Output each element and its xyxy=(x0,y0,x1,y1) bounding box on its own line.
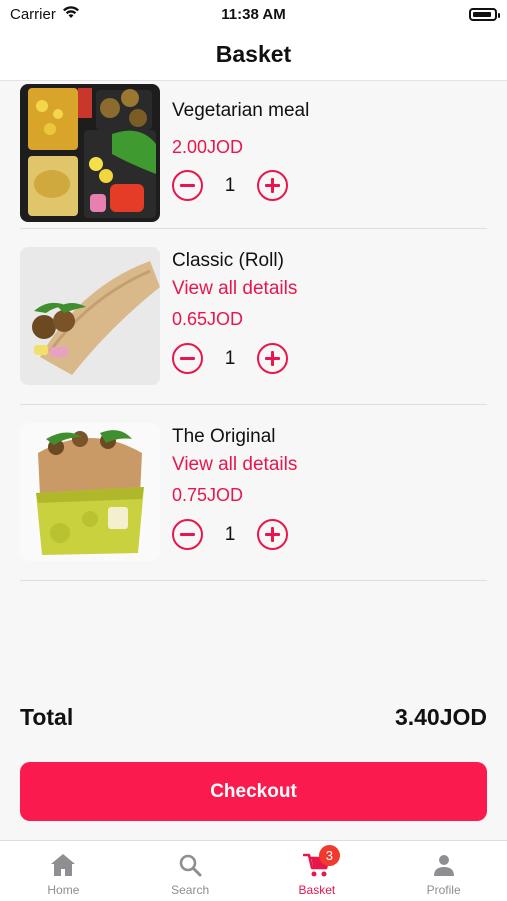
tab-label: Basket xyxy=(298,883,336,897)
item-price: 0.75JOD xyxy=(172,485,244,505)
basket-item[interactable]: Classic (Roll) View all details 0.65JOD … xyxy=(20,229,487,405)
item-info: Classic (Roll) View all details 0.65JOD … xyxy=(172,250,297,374)
tab-label: Home xyxy=(47,883,80,897)
quantity-stepper: 1 xyxy=(172,170,309,201)
increase-button[interactable] xyxy=(257,170,288,201)
cart-icon: 3 xyxy=(302,845,340,879)
person-icon xyxy=(432,851,456,879)
item-name: Classic (Roll) xyxy=(172,250,284,271)
tab-label: Profile xyxy=(426,883,461,897)
minus-icon xyxy=(180,533,195,536)
basket-item[interactable]: Vegetarian meal 2.00JOD 1 xyxy=(20,80,487,229)
total-label: Total xyxy=(20,704,74,730)
checkout-button[interactable]: Checkout xyxy=(20,762,487,821)
carrier-label: Carrier xyxy=(10,5,56,23)
decrease-button[interactable] xyxy=(172,519,203,550)
battery-icon xyxy=(469,7,500,21)
item-name: Vegetarian meal xyxy=(172,100,310,121)
total-row: Total 3.40JOD xyxy=(20,704,487,731)
status-left: Carrier xyxy=(10,5,80,23)
increase-button[interactable] xyxy=(257,519,288,550)
minus-icon xyxy=(180,357,195,360)
increase-button[interactable] xyxy=(257,343,288,374)
home-icon xyxy=(50,851,76,879)
quantity-stepper: 1 xyxy=(172,519,297,550)
tab-basket[interactable]: 3 Basket xyxy=(254,841,381,901)
cart-badge: 3 xyxy=(318,845,340,866)
item-name: The Original xyxy=(172,426,276,447)
tab-label: Search xyxy=(171,883,210,897)
item-info: The Original View all details 0.75JOD 1 xyxy=(172,426,297,550)
basket-list: Vegetarian meal 2.00JOD 1 Classic (Roll)… xyxy=(20,80,487,581)
view-details-link[interactable]: View all details xyxy=(172,454,297,476)
total-value: 3.40JOD xyxy=(394,704,487,730)
nav-bar: Basket xyxy=(0,28,507,81)
tab-bar: Home Search 3 Basket Profile xyxy=(0,840,507,901)
quantity-value: 1 xyxy=(224,347,236,369)
decrease-button[interactable] xyxy=(172,170,203,201)
decrease-button[interactable] xyxy=(172,343,203,374)
tab-home[interactable]: Home xyxy=(0,841,127,901)
item-image xyxy=(20,247,160,385)
search-icon xyxy=(178,851,202,879)
wifi-icon xyxy=(62,5,80,23)
minus-icon xyxy=(180,184,195,187)
quantity-value: 1 xyxy=(224,174,236,196)
view-details-link[interactable]: View all details xyxy=(172,278,297,300)
item-price: 0.65JOD xyxy=(172,309,244,329)
item-info: Vegetarian meal 2.00JOD 1 xyxy=(172,100,309,201)
item-image xyxy=(20,84,160,222)
item-price: 2.00JOD xyxy=(172,137,244,157)
basket-item[interactable]: The Original View all details 0.75JOD 1 xyxy=(20,405,487,581)
tab-profile[interactable]: Profile xyxy=(380,841,507,901)
quantity-value: 1 xyxy=(224,523,236,545)
quantity-stepper: 1 xyxy=(172,343,297,374)
page-title: Basket xyxy=(215,40,292,67)
tab-search[interactable]: Search xyxy=(127,841,254,901)
status-bar: Carrier 11:38 AM xyxy=(0,0,507,28)
item-image xyxy=(20,423,160,561)
